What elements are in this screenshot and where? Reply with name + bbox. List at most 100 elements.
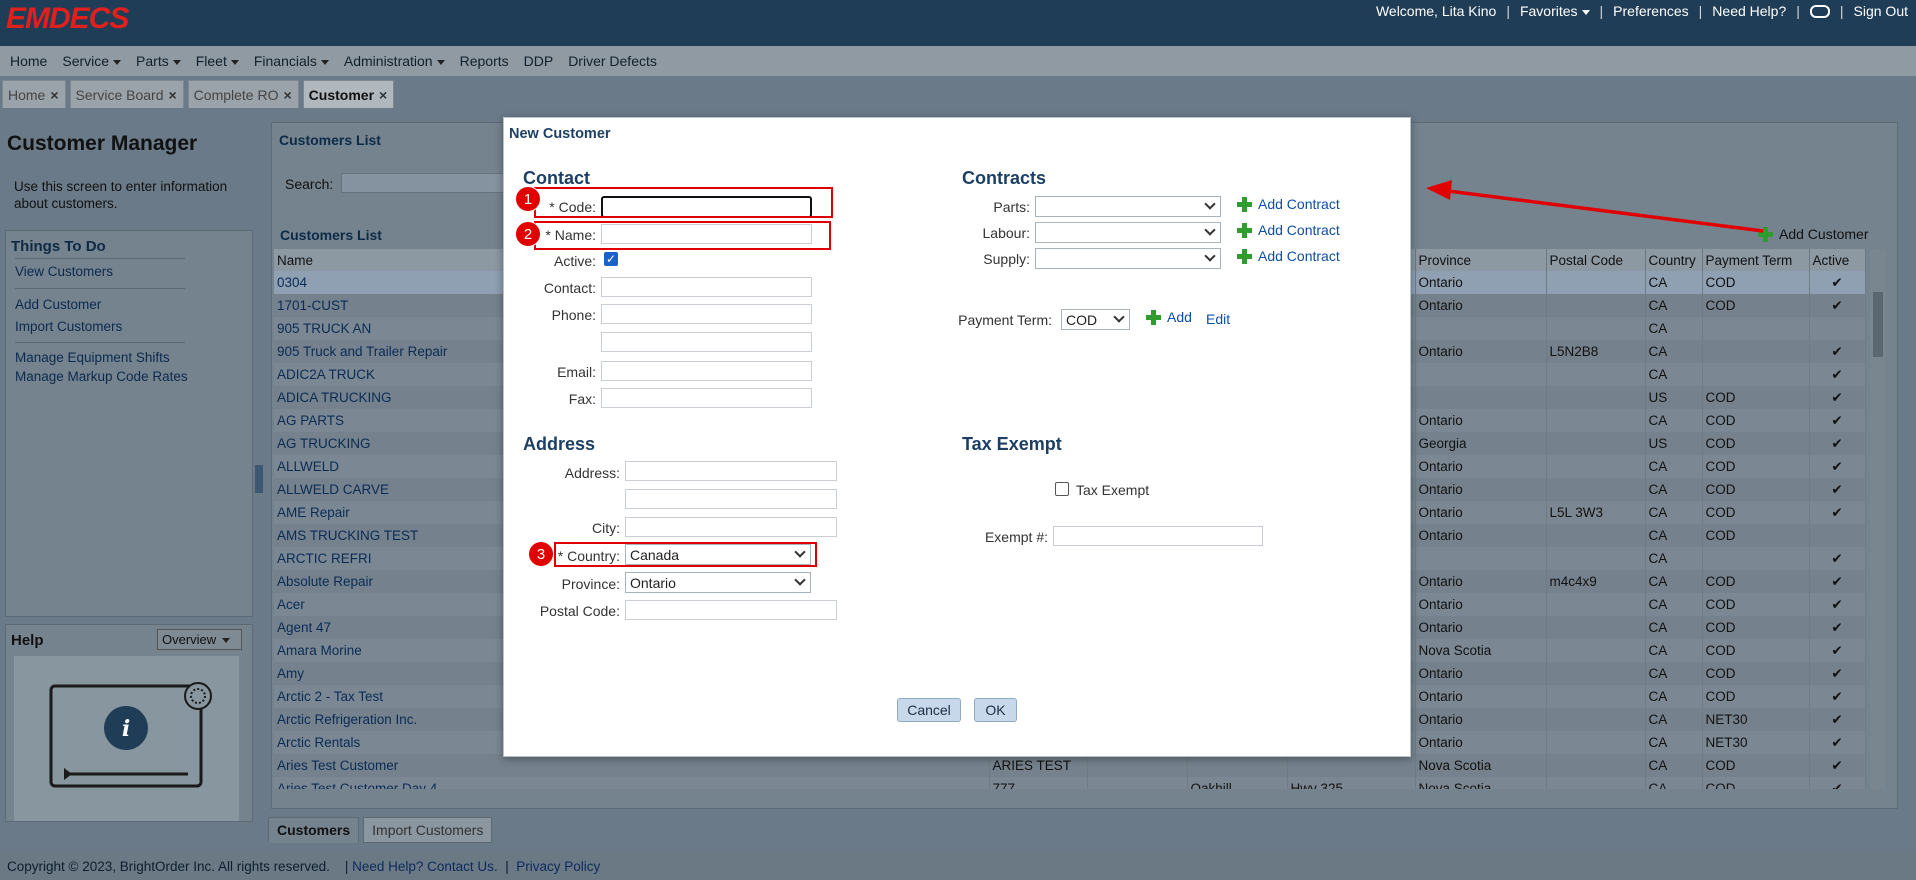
address-line1-input[interactable] [625,461,837,481]
privacy-policy-link[interactable]: Privacy Policy [516,859,600,874]
menu-driver-defects[interactable]: Driver Defects [568,53,657,69]
cell-payment-term: COD [1702,294,1810,317]
cell-postal-code [1546,294,1646,317]
cell-postal-code [1546,317,1646,340]
parts-contract-select[interactable] [1035,196,1221,217]
cell-postal-code [1546,593,1646,616]
postal-code-input[interactable] [625,600,837,620]
tab-complete-ro[interactable]: Complete RO × [187,80,299,108]
ok-button[interactable]: OK [974,698,1017,722]
close-icon[interactable]: × [283,87,291,103]
menu-financials[interactable]: Financials [254,53,329,69]
column-header-active[interactable]: Active [1809,249,1866,271]
city-input[interactable] [625,517,837,537]
favorites-menu[interactable]: Favorites [1520,3,1590,19]
help-video-thumbnail[interactable]: i [14,656,239,821]
bottom-tab-import-customers[interactable]: Import Customers [363,817,493,843]
supply-contract-select[interactable] [1035,248,1221,269]
cell-province: Nova Scotia [1415,639,1547,662]
column-header-province[interactable]: Province [1415,249,1547,271]
contact-us-link[interactable]: Need Help? Contact Us. [352,859,498,874]
bottom-tab-customers[interactable]: Customers [268,817,360,843]
view-customers-link[interactable]: View Customers [15,264,113,279]
table-row[interactable]: Aries Test Customer ARIES TEST Nova Scotia… [274,754,1866,777]
address-line2-input[interactable] [625,489,837,509]
add-customer-link[interactable]: Add Customer [15,297,101,312]
edit-payment-term-link[interactable]: Edit [1206,311,1230,327]
cell-country: CA [1645,363,1703,386]
chevron-down-icon [436,59,445,65]
cell-payment-term: COD [1702,777,1810,789]
need-help-link[interactable]: Need Help? [1712,3,1786,19]
menu-reports[interactable]: Reports [460,53,509,69]
close-icon[interactable]: × [379,87,387,103]
menu-home[interactable]: Home [10,53,47,69]
fax-input[interactable] [601,388,812,408]
phone-input[interactable] [601,304,812,324]
app-logo[interactable]: EMDECS [6,2,129,36]
preferences-link[interactable]: Preferences [1613,3,1688,19]
search-label: Search: [285,176,334,192]
close-icon[interactable]: × [168,87,176,103]
cell-active: ✔ [1809,386,1866,409]
labour-label: Labour: [982,225,1030,241]
cell-postal-code [1546,363,1646,386]
menu-administration[interactable]: Administration [344,53,445,69]
tab-customer[interactable]: Customer × [302,80,395,108]
annotation-box-name [534,221,831,250]
fax-label: Fax: [568,391,596,407]
plus-icon [1236,222,1252,238]
province-select[interactable]: Ontario [625,572,811,593]
exempt-number-input[interactable] [1053,526,1263,546]
table-row[interactable]: Aries Test Customer Day 4 777 Oakhill Hwy 3… [274,777,1866,789]
add-labour-contract-link[interactable]: Add Contract [1236,222,1340,238]
add-parts-contract-link[interactable]: Add Contract [1236,196,1340,212]
cell-province [1415,547,1547,570]
cell-province: Georgia [1415,432,1547,455]
sign-out-link[interactable]: Sign Out [1854,3,1908,19]
tax-exempt-heading: Tax Exempt [962,434,1062,454]
collapse-panel-handle[interactable] [255,465,263,493]
phone-input-2[interactable] [601,332,812,352]
manage-markup-code-rates-link[interactable]: Manage Markup Code Rates [15,369,188,384]
tab-strip: Home × Service Board × Complete RO × Custom… [0,80,395,110]
menu-ddp[interactable]: DDP [524,53,554,69]
tab-service-board[interactable]: Service Board × [69,80,184,108]
cell-blank [1187,754,1288,777]
tab-home[interactable]: Home × [2,80,66,108]
contact-heading: Contact [523,168,590,188]
plus-icon [1757,226,1773,242]
menu-fleet[interactable]: Fleet [196,53,239,69]
chevron-down-icon [1204,224,1216,236]
labour-contract-select[interactable] [1035,222,1221,243]
cell-payment-term: NET30 [1702,731,1810,754]
column-header-postal-code[interactable]: Postal Code [1546,249,1646,271]
cell-blank: 777 [989,777,1088,789]
tax-exempt-checkbox[interactable] [1055,482,1069,496]
active-checkbox[interactable]: ✓ [604,252,618,266]
cell-province: Ontario [1415,340,1547,363]
main-menu: Home Service Parts Fleet Financials Admi… [0,46,1916,76]
manage-equipment-shifts-link[interactable]: Manage Equipment Shifts [15,350,170,365]
payment-term-select[interactable]: COD [1061,309,1130,330]
scrollbar-thumb[interactable] [1873,292,1883,357]
menu-parts[interactable]: Parts [136,53,181,69]
contact-input[interactable] [601,277,812,297]
email-input[interactable] [601,361,812,381]
chat-icon[interactable] [1809,4,1830,18]
help-topic-select[interactable]: Overview [157,629,242,650]
close-icon[interactable]: × [50,87,58,103]
cell-province: Ontario [1415,271,1547,294]
menu-service[interactable]: Service [62,53,122,69]
cell-province: Ontario [1415,409,1547,432]
column-header-payment-term[interactable]: Payment Term [1702,249,1810,271]
cancel-button[interactable]: Cancel [897,698,961,722]
cell-province: Nova Scotia [1415,754,1547,777]
phone-label: Phone: [551,307,596,323]
import-customers-link[interactable]: Import Customers [15,319,122,334]
search-input[interactable] [341,173,511,193]
add-supply-contract-link[interactable]: Add Contract [1236,248,1340,264]
column-header-country[interactable]: Country [1645,249,1703,271]
add-payment-term-link[interactable]: Add [1145,309,1192,325]
add-customer-button[interactable]: Add Customer [1757,226,1868,242]
